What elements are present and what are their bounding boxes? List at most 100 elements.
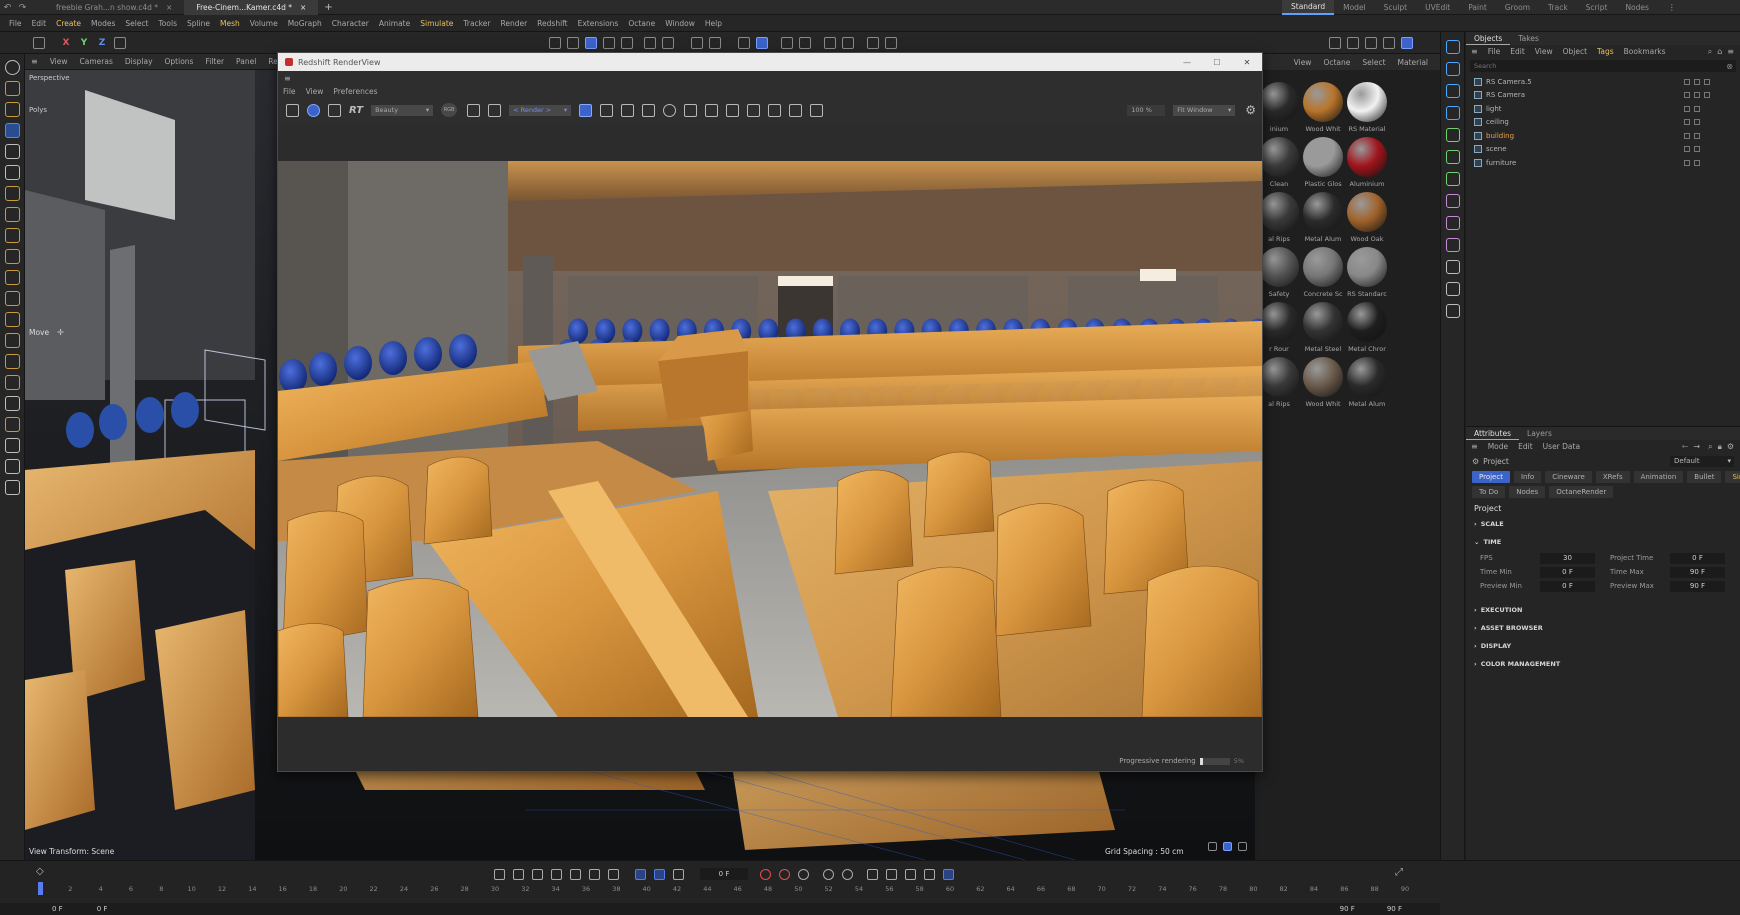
redo-icon[interactable]: ↷ xyxy=(15,3,30,13)
zoom-field[interactable]: 100 % xyxy=(1127,104,1166,116)
hamburger-icon[interactable]: ≡ xyxy=(25,57,44,66)
material-swatch[interactable]: Metal Alum xyxy=(1300,192,1346,243)
material-menu-octane[interactable]: Octane xyxy=(1317,58,1356,67)
sync-icon[interactable] xyxy=(867,37,879,49)
render-canvas[interactable] xyxy=(278,161,1262,717)
settings-icon[interactable]: ⚙︎ xyxy=(1245,103,1256,117)
time-min-field[interactable]: 0 F xyxy=(1540,566,1595,578)
menu-simulate[interactable]: Simulate xyxy=(415,19,458,28)
tab-layers[interactable]: Layers xyxy=(1519,427,1560,440)
copy-icon[interactable] xyxy=(810,103,824,117)
tab-attributes[interactable]: Attributes xyxy=(1466,427,1520,440)
effector-icon[interactable] xyxy=(1446,172,1460,186)
objects-menu-edit[interactable]: Edit xyxy=(1505,47,1530,56)
null-object-icon[interactable] xyxy=(1446,40,1460,54)
attr-tab-nodes[interactable]: Nodes xyxy=(1509,485,1546,498)
render-view-icon[interactable] xyxy=(33,37,45,49)
viewport-menu-cameras[interactable]: Cameras xyxy=(74,57,119,66)
edges-mode-icon[interactable] xyxy=(603,37,615,49)
brush-tool-icon[interactable] xyxy=(5,207,20,222)
crop-icon[interactable] xyxy=(488,103,502,117)
snapshot-icon[interactable] xyxy=(747,103,761,117)
refresh-icon[interactable] xyxy=(328,103,341,117)
menu-spline[interactable]: Spline xyxy=(182,19,215,28)
axis-x-toggle[interactable]: X xyxy=(57,38,75,48)
lock-icon[interactable]: 🔒︎ xyxy=(1718,442,1722,452)
material-swatch[interactable]: Metal Chror xyxy=(1344,302,1390,353)
material-menu-view[interactable]: View xyxy=(1288,58,1318,67)
attr-tab-xrefs[interactable]: XRefs xyxy=(1595,470,1630,483)
undo-icon[interactable]: ↶ xyxy=(0,3,15,13)
object-row[interactable]: light xyxy=(1466,102,1740,116)
live-selection-icon[interactable] xyxy=(5,81,20,96)
tag-icon[interactable] xyxy=(5,417,20,432)
symmetry-icon[interactable] xyxy=(799,37,811,49)
extrude-icon[interactable] xyxy=(5,291,20,306)
section-execution[interactable]: › EXECUTION xyxy=(1466,601,1740,619)
menu-animate[interactable]: Animate xyxy=(374,19,415,28)
hamburger-icon[interactable]: ≡ xyxy=(1466,442,1483,451)
render-to-viewer-icon[interactable] xyxy=(1347,37,1359,49)
object-row[interactable]: RS Camera xyxy=(1466,89,1740,103)
object-row[interactable]: furniture xyxy=(1466,156,1740,170)
menu-octane[interactable]: Octane xyxy=(623,19,660,28)
back-arrow-icon[interactable]: ← xyxy=(1682,442,1689,451)
material-swatch[interactable]: Metal Alum xyxy=(1344,357,1390,408)
clapper-icon[interactable] xyxy=(286,103,299,117)
camera-icon[interactable] xyxy=(5,375,20,390)
grid-icon[interactable] xyxy=(467,103,481,117)
playhead[interactable] xyxy=(38,882,43,895)
attr-tab-todo[interactable]: To Do xyxy=(1472,485,1506,498)
visibility-toggles[interactable] xyxy=(1684,78,1740,85)
scene-camera-icon[interactable] xyxy=(1446,282,1460,296)
points-mode-icon[interactable] xyxy=(585,37,597,49)
fit-window-dropdown[interactable]: Fit Window ▾ xyxy=(1173,104,1236,116)
layout-standard[interactable]: Standard xyxy=(1282,0,1335,15)
rotate-tool-icon[interactable] xyxy=(5,144,20,159)
menu-tracker[interactable]: Tracker xyxy=(458,19,495,28)
render-settings-icon[interactable] xyxy=(1365,37,1377,49)
visibility-toggles[interactable] xyxy=(1684,105,1740,112)
menu-create[interactable]: Create xyxy=(51,19,86,28)
render-mode-dropdown[interactable]: < Render > ▾ xyxy=(509,104,572,116)
doc-tab-0[interactable]: freebie Grah...n show.c4d * × xyxy=(44,0,184,15)
range-start2-field[interactable]: 0 F xyxy=(97,905,108,913)
axis-z-toggle[interactable]: Z xyxy=(93,38,111,48)
attr-tab-simulation[interactable]: Simulation xyxy=(1725,470,1740,483)
circle-icon[interactable] xyxy=(663,103,677,117)
clear-search-icon[interactable]: ⊗ xyxy=(1726,62,1733,71)
mograph-icon[interactable] xyxy=(1446,150,1460,164)
layout-uvedit[interactable]: UVEdit xyxy=(1416,0,1459,15)
preview-max-field[interactable]: 90 F xyxy=(1670,580,1725,592)
material-swatch[interactable]: Wood Whit xyxy=(1300,357,1346,408)
lock-render-icon[interactable] xyxy=(579,103,593,117)
object-row[interactable]: ceiling xyxy=(1466,116,1740,130)
attr-tab-info[interactable]: Info xyxy=(1513,470,1542,483)
time-max-field[interactable]: 90 F xyxy=(1670,566,1725,578)
attr-menu-edit[interactable]: Edit xyxy=(1513,442,1538,451)
menu-modes[interactable]: Modes xyxy=(86,19,120,28)
material-menu-material[interactable]: Material xyxy=(1392,58,1434,67)
menu-character[interactable]: Character xyxy=(327,19,374,28)
preset-dropdown[interactable]: Default ▾ xyxy=(1670,455,1734,467)
new-tab-icon[interactable]: + xyxy=(324,2,332,13)
close-icon[interactable]: ✕ xyxy=(1232,58,1262,67)
coordinate-system-icon[interactable] xyxy=(114,37,126,49)
axis-y-toggle[interactable]: Y xyxy=(75,38,93,48)
render-queue-icon[interactable] xyxy=(1383,37,1395,49)
tab-objects[interactable]: Objects xyxy=(1466,32,1511,45)
objects-menu-view[interactable]: View xyxy=(1530,47,1558,56)
minimize-icon[interactable]: — xyxy=(1172,58,1202,67)
floor-icon[interactable] xyxy=(5,354,20,369)
menu-select[interactable]: Select xyxy=(120,19,153,28)
snap-settings-icon[interactable] xyxy=(5,480,20,495)
fps-field[interactable]: 30 xyxy=(1540,552,1595,564)
layout-groom[interactable]: Groom xyxy=(1496,0,1539,15)
volume-icon[interactable] xyxy=(1446,238,1460,252)
objects-menu-bookmarks[interactable]: Bookmarks xyxy=(1619,47,1671,56)
redshift-ipr-icon[interactable] xyxy=(1401,37,1413,49)
generator-icon[interactable] xyxy=(1446,128,1460,142)
menu-extensions[interactable]: Extensions xyxy=(573,19,624,28)
renderview-menu-view[interactable]: View xyxy=(301,87,329,96)
objects-menu-file[interactable]: File xyxy=(1483,47,1506,56)
